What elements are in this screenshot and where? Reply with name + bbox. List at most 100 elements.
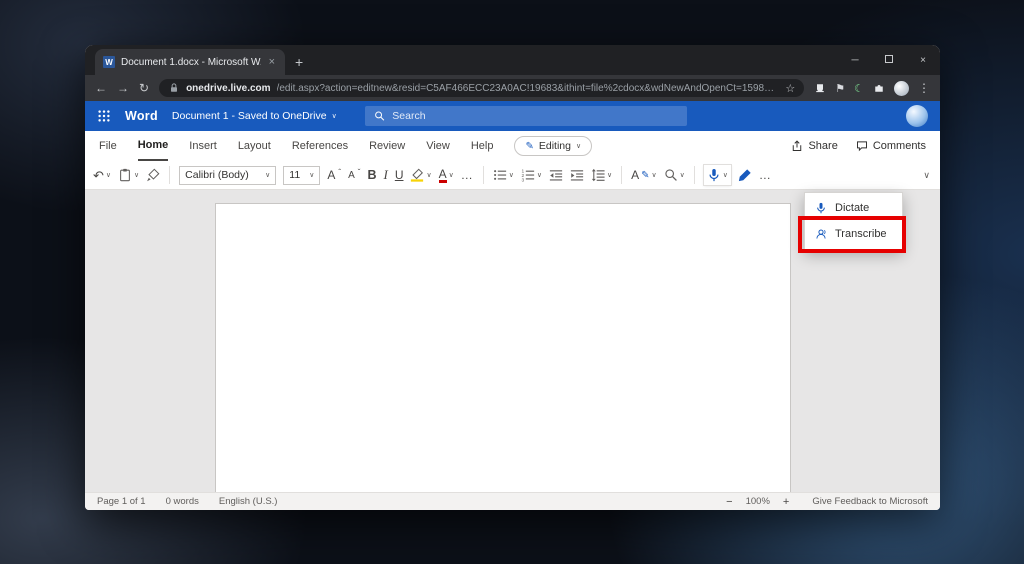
line-spacing-icon: [591, 168, 605, 182]
word-favicon-icon: W: [103, 56, 115, 68]
ribbon-overflow-button[interactable]: …: [759, 168, 772, 182]
language-status[interactable]: English (U.S.): [219, 496, 278, 507]
increase-indent-button[interactable]: [570, 168, 584, 182]
url-omnibox[interactable]: onedrive.live.com /edit.aspx?action=edit…: [159, 79, 804, 97]
comments-label: Comments: [873, 140, 926, 152]
font-name-value: Calibri (Body): [185, 169, 259, 181]
menu-references[interactable]: References: [292, 131, 348, 161]
increase-indent-icon: [570, 168, 584, 182]
back-button[interactable]: ←: [95, 81, 107, 95]
undo-button[interactable]: ↶ ∨: [93, 169, 111, 182]
highlight-color-button[interactable]: ∨: [410, 168, 431, 182]
chevron-down-icon: ∨: [576, 142, 581, 150]
extension-flag-icon[interactable]: ⚑: [835, 82, 845, 95]
chevron-down-icon: ∨: [265, 171, 270, 179]
annotation-highlight-box: [798, 216, 906, 253]
bullet-list-icon: [493, 168, 507, 182]
ribbon-toolbar: ↶ ∨ ∨ Calibri (Body) ∨: [85, 161, 940, 190]
browser-menu-icon[interactable]: ⋮: [918, 81, 930, 95]
decrease-indent-button[interactable]: [549, 168, 563, 182]
font-name-select[interactable]: Calibri (Body) ∨: [179, 166, 276, 185]
styles-letter: A: [631, 168, 639, 182]
highlighter-icon: [410, 168, 424, 182]
numbered-list-button[interactable]: 123 ∨: [521, 168, 542, 182]
comments-button[interactable]: Comments: [856, 140, 926, 152]
collapse-ribbon-chevron-icon[interactable]: ∨: [923, 170, 932, 181]
menu-home[interactable]: Home: [138, 131, 169, 161]
styles-button[interactable]: A ✎ ∨: [631, 168, 657, 182]
underline-button[interactable]: U: [395, 168, 404, 182]
share-button[interactable]: Share: [791, 140, 837, 152]
window-close-button[interactable]: ×: [906, 55, 940, 66]
menu-help[interactable]: Help: [471, 131, 494, 161]
shrink-font-button[interactable]: A ˇ: [348, 170, 360, 181]
chevron-down-icon: ∨: [106, 171, 111, 179]
caret-up-icon: ˆ: [338, 168, 341, 177]
extension-icon[interactable]: [814, 82, 826, 94]
reload-button[interactable]: ↻: [139, 81, 149, 95]
share-icon: [791, 140, 803, 152]
italic-button[interactable]: I: [383, 167, 387, 183]
grow-font-button[interactable]: A ˆ: [327, 168, 341, 182]
paste-button[interactable]: ∨: [118, 168, 139, 182]
search-box[interactable]: [365, 106, 687, 126]
new-tab-button[interactable]: +: [295, 55, 303, 69]
word-count-status[interactable]: 0 words: [166, 496, 199, 507]
document-title[interactable]: Document 1 - Saved to OneDrive ∨: [172, 110, 337, 122]
chevron-down-icon: ∨: [449, 171, 454, 179]
toolbar-divider: [621, 166, 622, 184]
tab-close-icon[interactable]: ×: [267, 56, 277, 68]
app-launcher-waffle-icon[interactable]: [97, 109, 111, 123]
forward-button[interactable]: →: [117, 81, 129, 95]
bookmark-star-icon[interactable]: ☆: [785, 82, 795, 95]
microphone-icon: [707, 168, 721, 182]
menu-review[interactable]: Review: [369, 131, 405, 161]
clipboard-icon: [118, 168, 132, 182]
share-label: Share: [808, 140, 837, 152]
font-size-select[interactable]: 11 ∨: [283, 166, 320, 185]
dictate-button[interactable]: ∨: [704, 165, 731, 185]
chevron-down-icon: ∨: [309, 171, 314, 179]
caret-down-icon: ˇ: [358, 168, 361, 177]
account-avatar[interactable]: [906, 105, 928, 127]
zoom-out-button[interactable]: −: [726, 496, 732, 508]
menu-layout[interactable]: Layout: [238, 131, 271, 161]
bullet-list-button[interactable]: ∨: [493, 168, 514, 182]
menu-insert[interactable]: Insert: [189, 131, 217, 161]
font-group-overflow-button[interactable]: …: [461, 168, 474, 182]
profile-extension-icon[interactable]: [894, 81, 909, 96]
zoom-level[interactable]: 100%: [746, 496, 770, 507]
window-minimize-button[interactable]: ─: [838, 55, 872, 66]
app-name[interactable]: Word: [125, 109, 158, 123]
page-count-status[interactable]: Page 1 of 1: [97, 496, 146, 507]
feedback-link[interactable]: Give Feedback to Microsoft: [812, 496, 928, 507]
search-icon: [374, 110, 385, 122]
menu-file[interactable]: File: [99, 131, 117, 161]
browser-tab-strip: W Document 1.docx - Microsoft W... × + ─…: [85, 45, 940, 75]
bold-button[interactable]: B: [367, 168, 376, 182]
find-button[interactable]: ∨: [664, 168, 685, 182]
extensions-puzzle-icon[interactable]: [873, 82, 885, 94]
numbered-list-icon: 123: [521, 168, 535, 182]
line-spacing-button[interactable]: ∨: [591, 168, 612, 182]
search-input[interactable]: [392, 110, 678, 122]
document-page[interactable]: [215, 203, 791, 492]
toolbar-divider: [483, 166, 484, 184]
extension-moon-icon[interactable]: ☾: [854, 82, 864, 95]
menu-bar-right: Share Comments: [791, 140, 926, 152]
status-bar-right: − 100% + Give Feedback to Microsoft: [726, 496, 928, 508]
browser-window: W Document 1.docx - Microsoft W... × + ─…: [85, 45, 940, 510]
menu-view[interactable]: View: [426, 131, 450, 161]
window-maximize-button[interactable]: [872, 55, 906, 66]
zoom-in-button[interactable]: +: [783, 496, 789, 508]
editor-pen-icon: [738, 168, 752, 182]
editing-mode-button[interactable]: ✎ Editing ∨: [514, 136, 592, 156]
font-color-button[interactable]: A ∨: [439, 168, 454, 183]
toolbar-divider: [694, 166, 695, 184]
desktop-background: W Document 1.docx - Microsoft W... × + ─…: [0, 0, 1024, 564]
browser-tab[interactable]: W Document 1.docx - Microsoft W... ×: [95, 49, 285, 75]
font-color-letter: A: [439, 168, 447, 183]
comment-icon: [856, 140, 868, 152]
editor-button[interactable]: [738, 168, 752, 182]
format-painter-button[interactable]: [146, 168, 160, 182]
